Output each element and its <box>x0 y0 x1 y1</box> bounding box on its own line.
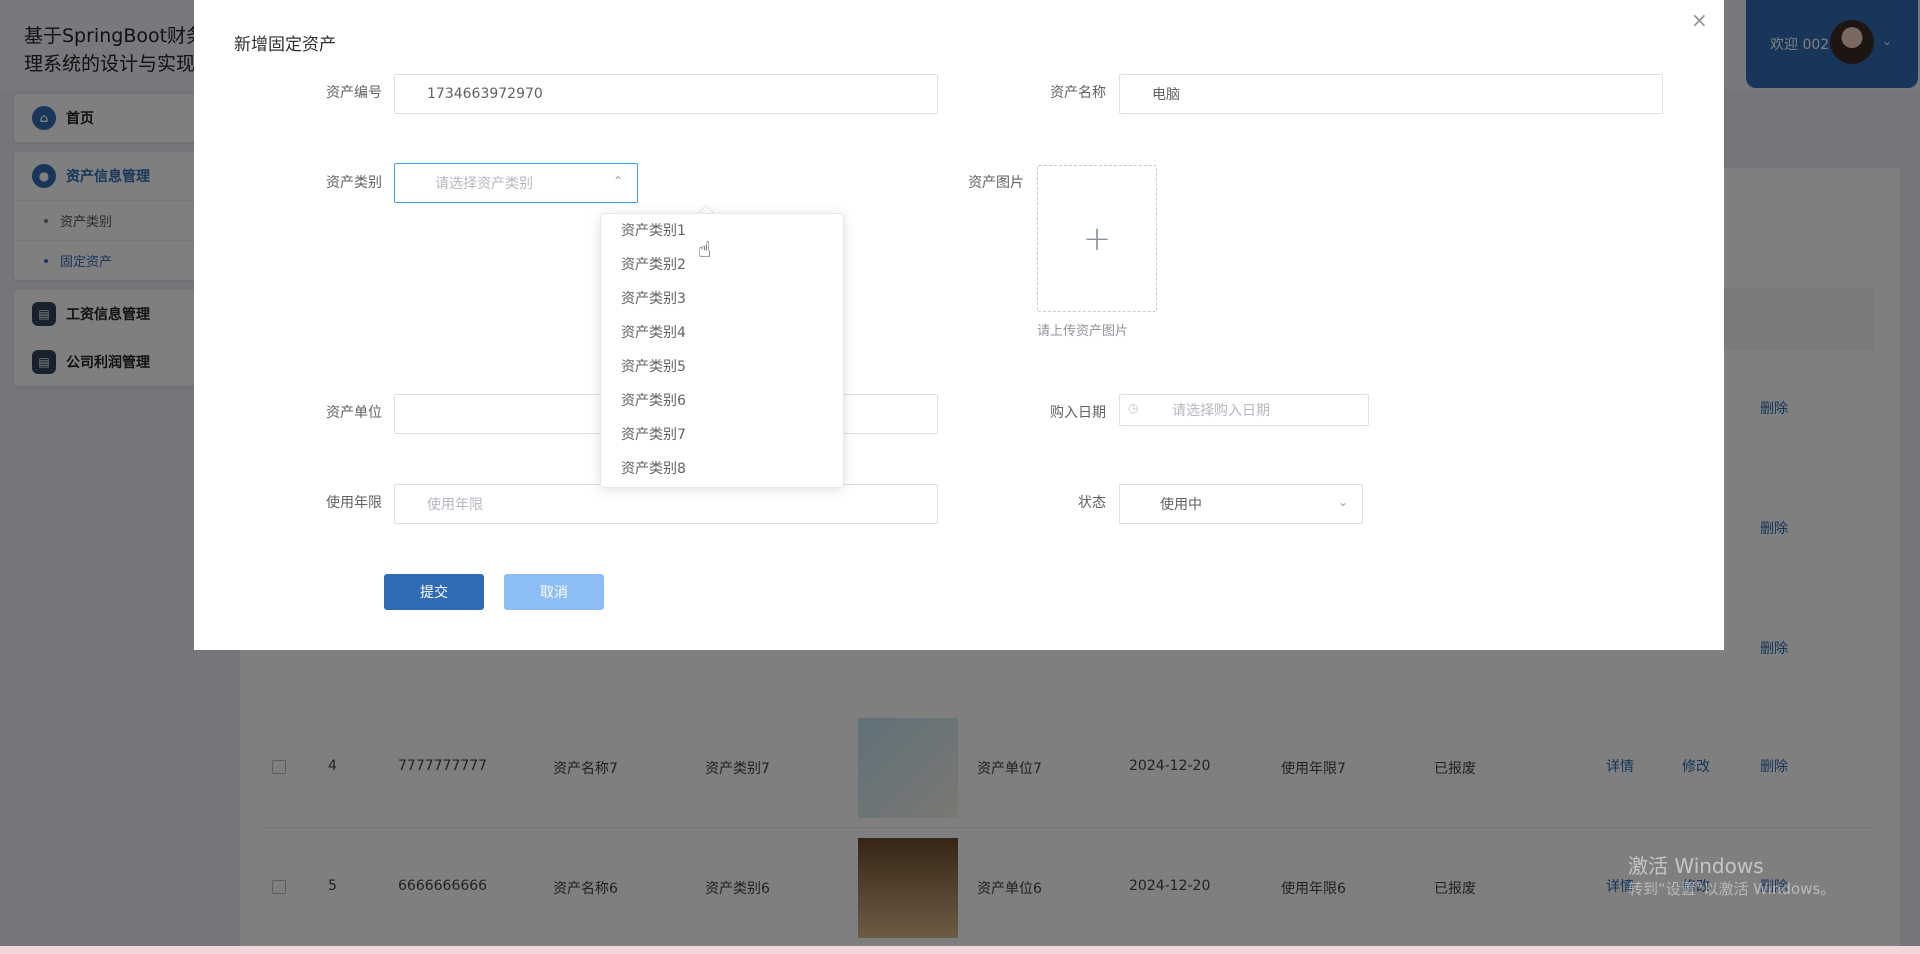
hand-cursor-icon: ☝ <box>698 238 712 263</box>
asset-category-select[interactable]: 请选择资产类别 ⌃ <box>394 163 638 203</box>
asset-category-label: 资产类别 <box>326 175 382 191</box>
dropdown-option[interactable]: 资产类别6 <box>601 384 843 418</box>
clock-icon: ◷ <box>1128 401 1139 415</box>
asset-unit-label: 资产单位 <box>326 405 382 421</box>
dialog-title: 新增固定资产 <box>234 35 336 55</box>
bottom-strip <box>0 946 1920 954</box>
chevron-down-icon: ⌄ <box>1337 495 1348 509</box>
windows-watermark-subtitle: 转到“设置”以激活 Windows。 <box>1628 880 1836 898</box>
status-value: 使用中 <box>1160 497 1202 513</box>
image-upload[interactable]: + <box>1037 165 1157 312</box>
plus-icon: + <box>1082 218 1112 259</box>
service-life-label: 使用年限 <box>326 495 382 511</box>
submit-button[interactable]: 提交 <box>384 574 484 610</box>
category-dropdown: 资产类别1 资产类别2 资产类别3 资产类别4 资产类别5 资产类别6 资产类别… <box>600 213 844 488</box>
status-select[interactable]: 使用中 ⌄ <box>1119 484 1363 524</box>
dropdown-option[interactable]: 资产类别1 <box>601 214 843 248</box>
dropdown-option[interactable]: 资产类别2 <box>601 248 843 282</box>
add-asset-dialog: 新增固定资产 × 资产编号 1734663972970 资产名称 电脑 资产类别… <box>194 0 1724 650</box>
purchase-date-placeholder: 请选择购入日期 <box>1172 403 1270 419</box>
cancel-button[interactable]: 取消 <box>504 574 604 610</box>
dropdown-option[interactable]: 资产类别5 <box>601 350 843 384</box>
dropdown-option[interactable]: 资产类别3 <box>601 282 843 316</box>
dropdown-option[interactable]: 资产类别7 <box>601 418 843 452</box>
asset-category-placeholder: 请选择资产类别 <box>435 176 533 192</box>
asset-code-input[interactable]: 1734663972970 <box>394 74 938 114</box>
chevron-up-icon: ⌃ <box>612 174 623 188</box>
dropdown-option[interactable]: 资产类别4 <box>601 316 843 350</box>
asset-code-label: 资产编号 <box>326 85 382 101</box>
status-label: 状态 <box>1078 495 1106 511</box>
purchase-date-picker[interactable]: ◷ 请选择购入日期 <box>1119 394 1369 426</box>
dropdown-option[interactable]: 资产类别8 <box>601 452 843 486</box>
purchase-date-label: 购入日期 <box>1050 405 1106 421</box>
asset-name-input[interactable]: 电脑 <box>1119 74 1663 114</box>
asset-image-label: 资产图片 <box>968 175 1024 191</box>
asset-name-label: 资产名称 <box>1050 85 1106 101</box>
upload-tip: 请上传资产图片 <box>1037 324 1129 339</box>
service-life-input[interactable]: 使用年限 <box>394 484 938 524</box>
windows-watermark-title: 激活 Windows <box>1628 854 1764 878</box>
close-icon[interactable]: × <box>1691 8 1708 32</box>
